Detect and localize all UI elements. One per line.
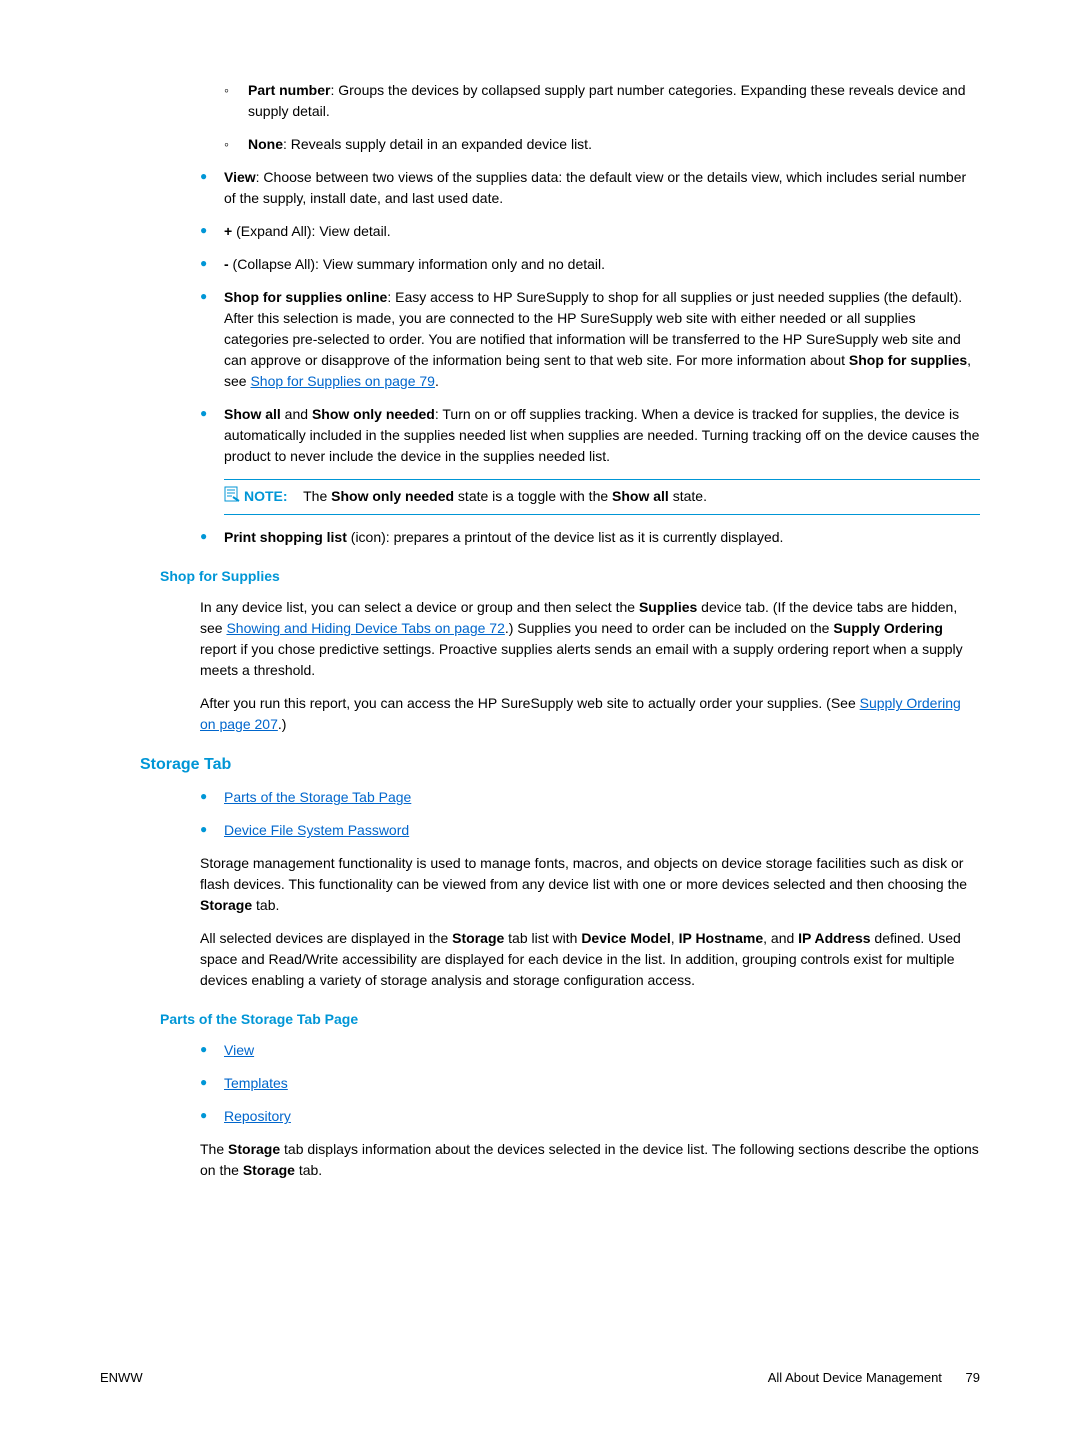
bullet-item-collapse: - (Collapse All): View summary informati… bbox=[200, 254, 980, 275]
sfp1-post: report if you chose predictive settings.… bbox=[200, 641, 963, 678]
sfp1-bold2: Supply Ordering bbox=[833, 620, 943, 636]
bullet-link-view: View bbox=[200, 1040, 980, 1061]
sfp1-bold1: Supplies bbox=[639, 599, 697, 615]
shop-supplies-para1: In any device list, you can select a dev… bbox=[200, 597, 980, 681]
part-number-label: Part number bbox=[248, 82, 330, 98]
footer-left: ENWW bbox=[100, 1368, 143, 1388]
note-bold1: Show only needed bbox=[331, 488, 454, 504]
show-all-label: Show all bbox=[224, 406, 281, 422]
sfp1-pre: In any device list, you can select a dev… bbox=[200, 599, 639, 615]
ps-bold2: Storage bbox=[243, 1162, 295, 1178]
bullet-link-parts-storage: Parts of the Storage Tab Page bbox=[200, 787, 980, 808]
bullet-item-expand: + (Expand All): View detail. bbox=[200, 221, 980, 242]
bullet-item-show-all: Show all and Show only needed: Turn on o… bbox=[200, 404, 980, 467]
storage-para2: All selected devices are displayed in th… bbox=[200, 928, 980, 991]
parts-storage-heading: Parts of the Storage Tab Page bbox=[160, 1009, 980, 1030]
shop-supplies-bold: Shop for supplies bbox=[849, 352, 967, 368]
note-bold2: Show all bbox=[612, 488, 669, 504]
expand-label: + bbox=[224, 223, 232, 239]
sub-bullet-item: None: Reveals supply detail in an expand… bbox=[224, 134, 980, 155]
st2-bold1: Storage bbox=[452, 930, 504, 946]
view-link[interactable]: View bbox=[224, 1042, 254, 1058]
sfp1-mid2: .) Supplies you need to order can be inc… bbox=[505, 620, 833, 636]
expand-text: (Expand All): View detail. bbox=[232, 223, 391, 239]
show-only-needed-label: Show only needed bbox=[312, 406, 435, 422]
part-number-text: : Groups the devices by collapsed supply… bbox=[248, 82, 966, 119]
note-post: state. bbox=[669, 488, 707, 504]
bullet-link-device-fs-password: Device File System Password bbox=[200, 820, 980, 841]
bullet-item-view: View: Choose between two views of the su… bbox=[200, 167, 980, 209]
view-text: : Choose between two views of the suppli… bbox=[224, 169, 966, 206]
none-label: None bbox=[248, 136, 283, 152]
bullet-item-print-list: Print shopping list (icon): prepares a p… bbox=[200, 527, 980, 548]
footer-section-title: All About Device Management bbox=[768, 1370, 942, 1385]
print-list-label: Print shopping list bbox=[224, 529, 347, 545]
shop-supplies-link[interactable]: Shop for Supplies on page 79 bbox=[250, 373, 434, 389]
st2-bold2: Device Model bbox=[581, 930, 670, 946]
st2-bold3: IP Hostname bbox=[679, 930, 764, 946]
note-pre: The bbox=[303, 488, 331, 504]
collapse-text: (Collapse All): View summary information… bbox=[229, 256, 605, 272]
sub-bullet-item: Part number: Groups the devices by colla… bbox=[224, 80, 980, 122]
shop-online-label: Shop for supplies online bbox=[224, 289, 387, 305]
st1-pre: Storage management functionality is used… bbox=[200, 855, 967, 892]
parts-storage-para: The Storage tab displays information abo… bbox=[200, 1139, 980, 1181]
ps-pre: The bbox=[200, 1141, 228, 1157]
note-label: NOTE: bbox=[244, 488, 288, 504]
shop-online-text3: . bbox=[435, 373, 439, 389]
shop-for-supplies-heading: Shop for Supplies bbox=[160, 566, 980, 587]
st1-bold: Storage bbox=[200, 897, 252, 913]
note-mid: state is a toggle with the bbox=[454, 488, 612, 504]
ps-bold1: Storage bbox=[228, 1141, 280, 1157]
st2-pre: All selected devices are displayed in th… bbox=[200, 930, 452, 946]
showing-hiding-link[interactable]: Showing and Hiding Device Tabs on page 7… bbox=[226, 620, 504, 636]
ps-post: tab. bbox=[295, 1162, 322, 1178]
repository-link[interactable]: Repository bbox=[224, 1108, 291, 1124]
print-list-text: (icon): prepares a printout of the devic… bbox=[347, 529, 784, 545]
footer-right: All About Device Management 79 bbox=[768, 1368, 980, 1388]
st2-mid1: tab list with bbox=[504, 930, 581, 946]
storage-para1: Storage management functionality is used… bbox=[200, 853, 980, 916]
bullet-link-templates: Templates bbox=[200, 1073, 980, 1094]
bullet-item-shop-online: Shop for supplies online: Easy access to… bbox=[200, 287, 980, 392]
note-icon bbox=[224, 486, 240, 508]
st2-mid2: , bbox=[671, 930, 679, 946]
sfp2-post: .) bbox=[278, 716, 287, 732]
note-box: NOTE: The Show only needed state is a to… bbox=[224, 479, 980, 515]
show-all-text: and bbox=[281, 406, 312, 422]
view-label: View bbox=[224, 169, 256, 185]
bullet-link-repository: Repository bbox=[200, 1106, 980, 1127]
storage-tab-heading: Storage Tab bbox=[140, 753, 980, 777]
templates-link[interactable]: Templates bbox=[224, 1075, 288, 1091]
st2-bold4: IP Address bbox=[798, 930, 870, 946]
shop-supplies-para2: After you run this report, you can acces… bbox=[200, 693, 980, 735]
parts-storage-link[interactable]: Parts of the Storage Tab Page bbox=[224, 789, 411, 805]
page-footer: ENWW All About Device Management 79 bbox=[100, 1368, 980, 1388]
none-text: : Reveals supply detail in an expanded d… bbox=[283, 136, 592, 152]
sfp2-pre: After you run this report, you can acces… bbox=[200, 695, 860, 711]
st2-mid3: , and bbox=[763, 930, 798, 946]
device-fs-password-link[interactable]: Device File System Password bbox=[224, 822, 409, 838]
st1-post: tab. bbox=[252, 897, 279, 913]
page-number: 79 bbox=[966, 1370, 980, 1385]
